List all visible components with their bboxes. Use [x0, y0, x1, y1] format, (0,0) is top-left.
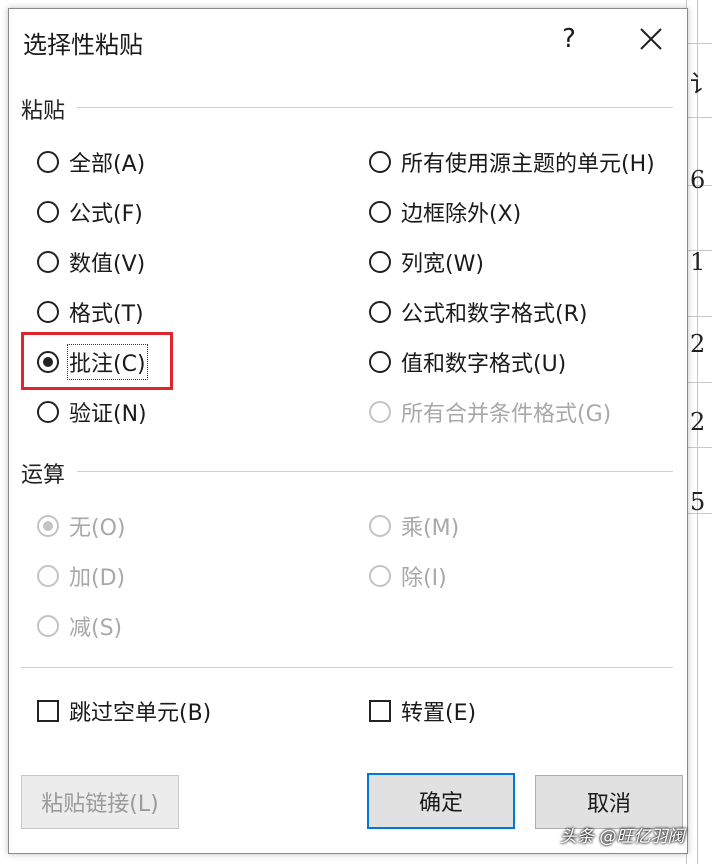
sheet-cell-text: 2	[690, 330, 706, 358]
radio-icon	[369, 201, 391, 223]
grid-line	[686, 117, 712, 118]
paste-except-borders-option[interactable]: 边框除外(X)	[369, 194, 521, 230]
radio-icon	[37, 401, 59, 423]
grid-line	[686, 447, 712, 448]
sheet-cell-text: 6	[690, 166, 706, 194]
paste-column-widths-option[interactable]: 列宽(W)	[369, 244, 484, 280]
divider	[77, 471, 673, 472]
option-label: 加(D)	[69, 566, 126, 591]
help-button[interactable]: ?	[549, 19, 589, 59]
paste-link-button: 粘贴链接(L)	[21, 775, 179, 829]
paste-all-source-theme-option[interactable]: 所有使用源主题的单元(H)	[369, 144, 655, 180]
radio-icon	[37, 615, 59, 637]
radio-icon	[369, 401, 391, 423]
grid-line	[686, 43, 712, 44]
grid-line	[686, 316, 712, 317]
sheet-cell-text: 1	[690, 248, 706, 276]
title-bar: 选择性粘贴 ?	[9, 9, 687, 69]
divider	[77, 107, 673, 108]
radio-icon	[369, 565, 391, 587]
skip-blanks-checkbox[interactable]: 跳过空单元(B)	[37, 693, 211, 729]
operation-multiply-option: 乘(M)	[369, 508, 459, 544]
grid-line	[686, 382, 712, 383]
option-label: 边框除外(X)	[401, 202, 522, 227]
option-label: 值和数字格式(U)	[401, 352, 567, 377]
radio-icon	[37, 301, 59, 323]
paste-all-option[interactable]: 全部(A)	[37, 144, 145, 180]
option-label: 除(I)	[401, 566, 447, 591]
transpose-checkbox[interactable]: 转置(E)	[369, 693, 476, 729]
paste-all-merging-conditional-formats-option: 所有合并条件格式(G)	[369, 394, 611, 430]
cancel-button[interactable]: 取消	[535, 775, 683, 829]
highlight-annotation-box	[21, 332, 173, 390]
paste-section-label: 粘贴	[21, 99, 66, 124]
radio-icon	[369, 351, 391, 373]
divider	[21, 667, 673, 668]
radio-icon	[37, 201, 59, 223]
radio-icon	[369, 251, 391, 273]
paste-special-dialog: 选择性粘贴 ? 粘贴 全部(A) 公式(F) 数值(V) 格式(T) 批注(C)…	[8, 8, 688, 854]
sheet-cell-text: 2	[690, 408, 706, 436]
paste-formulas-number-formats-option[interactable]: 公式和数字格式(R)	[369, 294, 587, 330]
paste-values-number-formats-option[interactable]: 值和数字格式(U)	[369, 344, 566, 380]
watermark-text: 头条 @旺亿羽阀	[560, 827, 685, 847]
checkbox-icon	[37, 700, 59, 722]
option-label: 无(O)	[69, 516, 126, 541]
paste-formulas-option[interactable]: 公式(F)	[37, 194, 143, 230]
operation-subtract-option: 减(S)	[37, 608, 122, 644]
operation-none-option: 无(O)	[37, 508, 125, 544]
sheet-cell-text: 讠	[690, 70, 712, 98]
paste-validation-option[interactable]: 验证(N)	[37, 394, 147, 430]
close-icon	[640, 28, 662, 50]
operation-divide-option: 除(I)	[369, 558, 447, 594]
option-label: 乘(M)	[401, 516, 460, 541]
option-label: 所有使用源主题的单元(H)	[401, 152, 655, 177]
sheet-cell-text: 5	[690, 488, 706, 516]
radio-icon	[369, 515, 391, 537]
dialog-title: 选择性粘贴	[23, 31, 143, 59]
operation-add-option: 加(D)	[37, 558, 125, 594]
radio-icon	[37, 251, 59, 273]
option-label: 跳过空单元(B)	[69, 701, 212, 726]
radio-icon	[37, 565, 59, 587]
option-label: 格式(T)	[69, 302, 144, 327]
checkbox-icon	[369, 700, 391, 722]
radio-selected-icon	[37, 515, 59, 537]
operation-section-label: 运算	[21, 463, 66, 488]
option-label: 减(S)	[69, 616, 123, 641]
radio-icon	[37, 151, 59, 173]
paste-values-option[interactable]: 数值(V)	[37, 244, 145, 280]
option-label: 验证(N)	[69, 402, 147, 427]
radio-icon	[369, 151, 391, 173]
option-label: 数值(V)	[69, 252, 146, 277]
ok-button[interactable]: 确定	[367, 773, 515, 829]
paste-formats-option[interactable]: 格式(T)	[37, 294, 144, 330]
option-label: 列宽(W)	[401, 252, 484, 277]
option-label: 公式和数字格式(R)	[401, 302, 588, 327]
option-label: 公式(F)	[69, 202, 143, 227]
close-button[interactable]	[631, 19, 671, 59]
option-label: 所有合并条件格式(G)	[401, 402, 612, 427]
option-label: 转置(E)	[401, 701, 477, 726]
radio-icon	[369, 301, 391, 323]
option-label: 全部(A)	[69, 152, 146, 177]
